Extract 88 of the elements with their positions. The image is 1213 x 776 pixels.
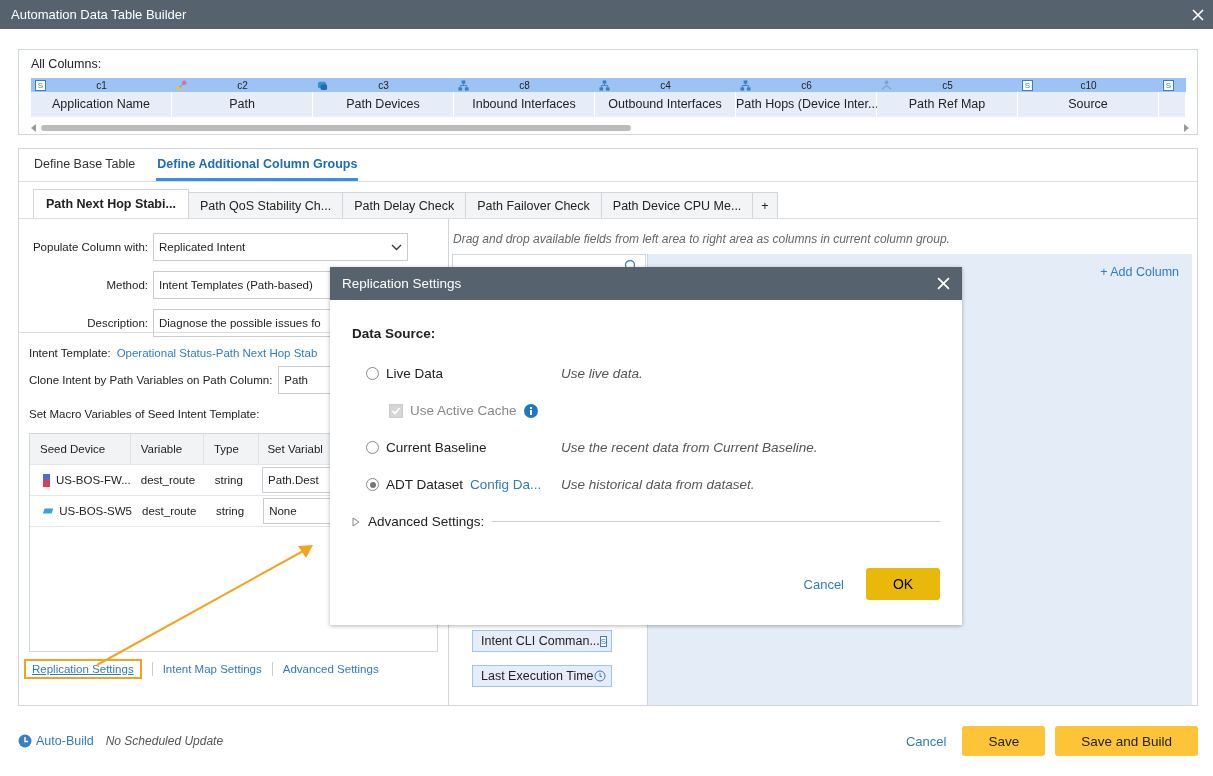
ok-button[interactable]: OK: [866, 568, 940, 600]
tab[interactable]: Path QoS Stability Ch...: [187, 192, 344, 218]
info-icon[interactable]: [523, 403, 538, 418]
instruction-text: Drag and drop available fields from left area to right area as columns in current column group.: [452, 231, 951, 248]
field-label: Populate Column with:: [31, 241, 149, 253]
field-label: Clone Intent by Path Variables on Path Column:: [29, 374, 273, 386]
field-label: Set Macro Variables of Seed Intent Template:: [29, 408, 260, 420]
tab[interactable]: Path Failover Check: [465, 192, 602, 218]
window-title: Automation Data Table Builder: [11, 7, 187, 22]
table-cell-text: string: [213, 474, 244, 486]
column-name-cell: Source: [1018, 92, 1159, 117]
firewall-icon: [42, 472, 51, 488]
field-label: Description:: [86, 317, 149, 329]
switch-icon: [42, 507, 55, 515]
column-name-cell: Path Hops (Device Inter...: [736, 92, 877, 117]
column-name-cell: Path: [172, 92, 313, 117]
add-tab-button[interactable]: +: [752, 192, 778, 218]
devices-icon: [317, 79, 328, 91]
config-dataset-link[interactable]: Config Da...: [470, 477, 542, 492]
tab[interactable]: Path Delay Check: [342, 192, 467, 218]
clock-icon: [18, 734, 32, 748]
settings-link[interactable]: Replication Settings: [32, 663, 134, 675]
auto-build-link[interactable]: Auto-Build: [18, 734, 94, 748]
field-chip[interactable]: Last Execution Time: [472, 665, 612, 687]
option-description: Use historical data from dataset.: [561, 477, 755, 492]
column-header: Variable: [130, 434, 204, 464]
scroll-left-icon[interactable]: [31, 124, 37, 132]
tab[interactable]: Define Base Table: [33, 149, 137, 181]
string-type-icon: S: [35, 79, 46, 91]
column-code-cell: c2: [172, 78, 313, 92]
string-type-icon: S: [1022, 79, 1033, 91]
table-cell: US-BOS-FW...: [30, 472, 131, 488]
save-button[interactable]: Save: [962, 726, 1046, 756]
column-code-cell: c3: [313, 78, 454, 92]
field-label: Intent Template:: [29, 347, 111, 359]
table-cell: US-BOS-SW5: [30, 505, 132, 517]
scrollbar[interactable]: [31, 122, 1189, 134]
tab[interactable]: Path Device CPU Me...: [600, 192, 754, 218]
network-icon: [599, 79, 610, 91]
save-button[interactable]: Save and Build: [1055, 726, 1198, 756]
string-type-icon: S: [599, 635, 608, 647]
option-label: Live Data: [386, 366, 444, 381]
column-name-cell: Inbound Interfaces: [454, 92, 595, 117]
column-name-cell: Path Devices: [313, 92, 454, 117]
option-label: ADT Dataset: [386, 477, 464, 492]
close-icon[interactable]: [1192, 9, 1204, 21]
column-code-cell: c6: [736, 78, 877, 92]
path-icon: [176, 79, 187, 91]
close-icon[interactable]: [937, 277, 950, 290]
intent-template-link[interactable]: Operational Status-Path Next Hop Stab: [116, 347, 318, 359]
table-cell-text: string: [215, 505, 246, 517]
field-chip[interactable]: Intent CLI Comman...S: [472, 630, 612, 652]
cancel-button[interactable]: Cancel: [797, 576, 850, 592]
settings-link[interactable]: Intent Map Settings: [162, 663, 262, 675]
option-description: Use live data.: [561, 366, 643, 381]
option-description: Use the recent data from Current Baseline.: [561, 440, 818, 455]
network-icon: [458, 79, 469, 91]
column-code-cell: c8: [454, 78, 595, 92]
column-code-cell: S c1: [31, 78, 172, 92]
clock-icon: [594, 670, 606, 682]
checkbox-label: Use Active Cache: [410, 403, 517, 418]
column-code-cell: c4: [595, 78, 736, 92]
tab[interactable]: Path Next Hop Stabi...: [33, 189, 189, 218]
column-name-cell: Application Name: [31, 92, 172, 117]
cancel-button[interactable]: Cancel: [899, 733, 953, 749]
table-cell-text: dest_route: [139, 474, 197, 486]
panel-label: All Columns:: [31, 56, 103, 73]
schedule-status: No Scheduled Update: [105, 734, 224, 748]
column-header: Type: [204, 434, 260, 464]
dropdown[interactable]: Replicated Intent: [153, 233, 408, 261]
field-label: Method:: [105, 279, 149, 291]
column-name-cell: [1159, 92, 1186, 117]
chevron-down-icon: [391, 243, 402, 251]
column-name-cell: Outbound Interfaces: [595, 92, 736, 117]
add-column-link[interactable]: + Add Column: [1100, 265, 1179, 279]
column-name-cell: Path Ref Map: [877, 92, 1018, 117]
scroll-right-icon[interactable]: [1183, 124, 1189, 132]
expand-triangle-icon[interactable]: [352, 516, 360, 527]
section-heading: Advanced Settings:: [368, 514, 485, 529]
network-icon: [740, 79, 751, 91]
tab[interactable]: Define Additional Column Groups: [156, 149, 359, 181]
string-type-icon: S: [1163, 79, 1174, 91]
column-code-cell: S c10: [1018, 78, 1159, 92]
settings-link[interactable]: Advanced Settings: [282, 663, 379, 675]
column-code-cell: c5: [877, 78, 1018, 92]
map-icon: [881, 79, 892, 91]
table-cell-text: dest_route: [141, 505, 198, 517]
column-header: Seed Device: [30, 434, 131, 464]
